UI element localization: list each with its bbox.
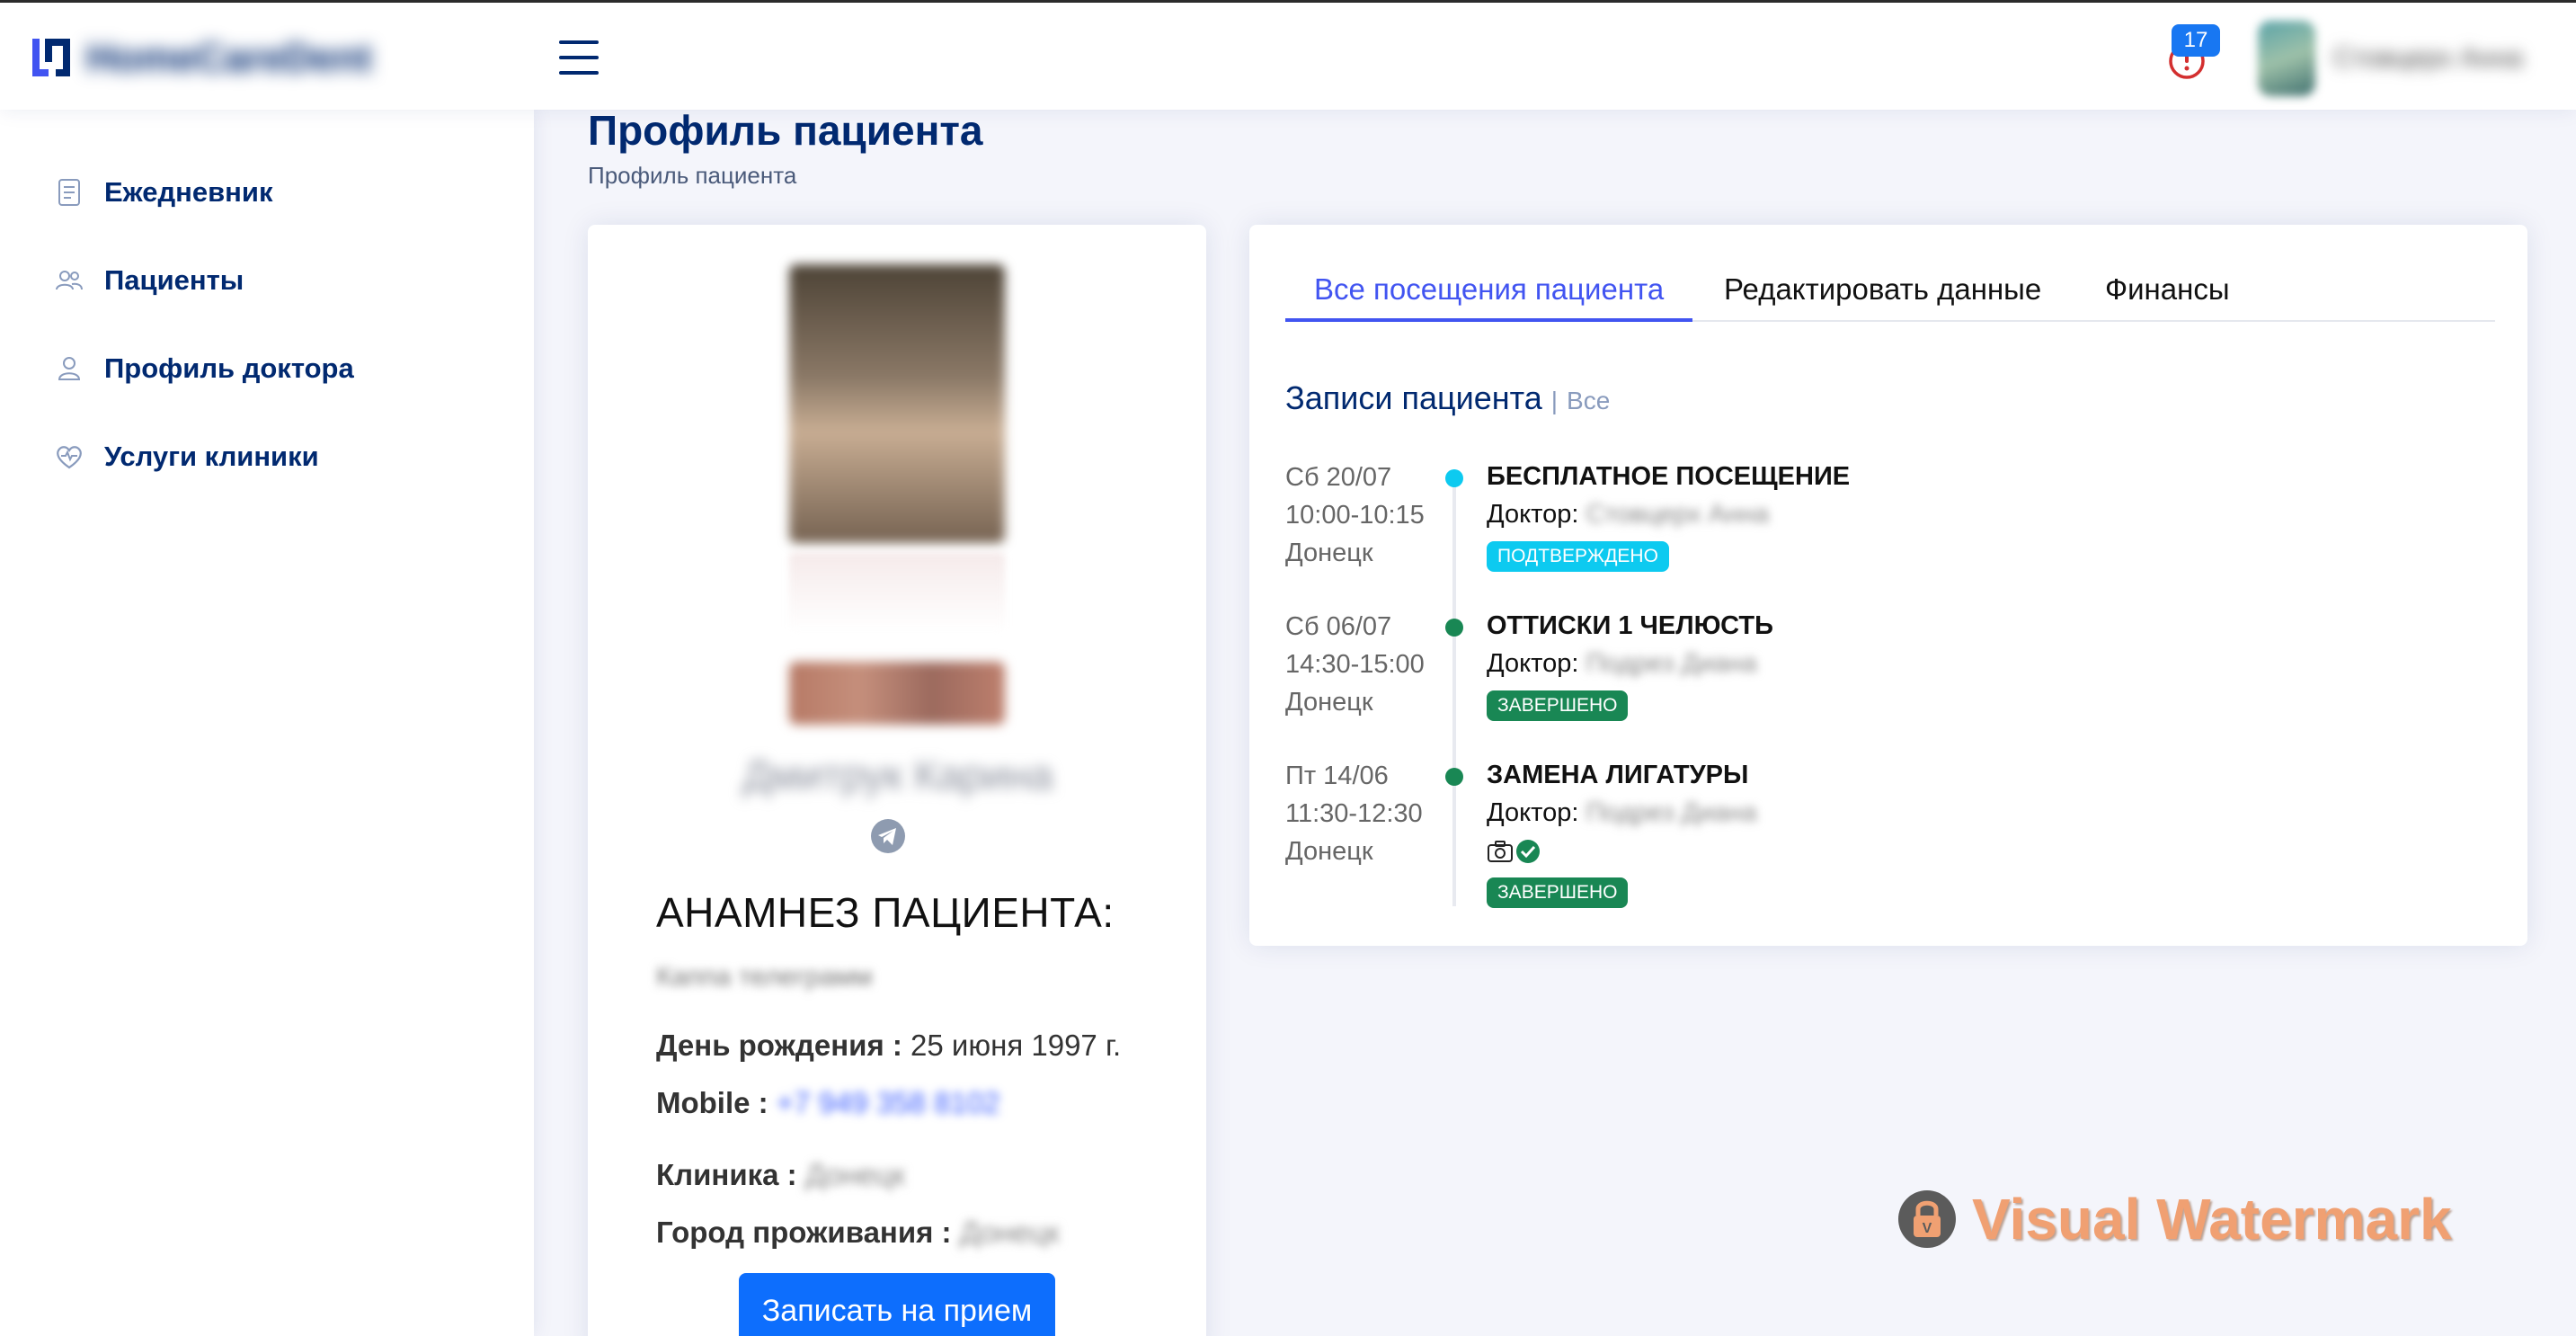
- city-value: Донецк: [959, 1216, 1060, 1249]
- tab-edit-data[interactable]: Редактировать данные: [1695, 261, 2070, 322]
- birthday-row: День рождения : 25 июня 1997 г.: [656, 1029, 1121, 1063]
- visit-time: 11:30-12:30: [1285, 799, 1423, 828]
- timeline-dot: [1445, 469, 1463, 487]
- heart-pulse-icon: [57, 446, 82, 469]
- sidebar: Ежедневник Пациенты Профиль доктора Услу…: [0, 110, 534, 1336]
- patient-visits-card: Все посещения пациента Редактировать дан…: [1249, 225, 2527, 946]
- visit-title[interactable]: ОТТИСКИ 1 ЧЕЛЮСТЬ: [1487, 611, 1773, 641]
- lock-icon: V: [1898, 1190, 1956, 1248]
- status-badge: ЗАВЕРШЕНО: [1487, 690, 1629, 721]
- city-label: Город проживания :: [656, 1216, 952, 1249]
- birthday-value: 25 июня 1997 г.: [910, 1029, 1122, 1062]
- watermark: V Visual Watermark: [1896, 1183, 2452, 1255]
- clinic-label: Клиника :: [656, 1158, 797, 1191]
- status-badge: ЗАВЕРШЕНО: [1487, 877, 1629, 908]
- visit-doctor: Доктор: Стовцерх Анна: [1487, 500, 1769, 530]
- telegram-icon[interactable]: [870, 818, 906, 854]
- check-circle-icon: [1516, 840, 1540, 863]
- clinic-value: Донецк: [804, 1158, 905, 1191]
- sidebar-item-clinic-services[interactable]: Услуги клиники: [54, 430, 485, 484]
- sidebar-item-label: Профиль доктора: [104, 352, 354, 384]
- doctor-name: Подрез Диана: [1586, 798, 1757, 827]
- book-appointment-button[interactable]: Записать на прием: [739, 1273, 1055, 1336]
- city-row: Город проживания : Донецк: [656, 1216, 1060, 1250]
- sidebar-item-label: Ежедневник: [104, 176, 273, 208]
- sidebar-item-patients[interactable]: Пациенты: [54, 254, 485, 307]
- mobile-label: Mobile :: [656, 1086, 768, 1119]
- brand-logo-icon[interactable]: [29, 35, 74, 80]
- people-icon: [56, 271, 83, 290]
- patient-profile-card: Дмитрук Карина АНАМНЕЗ ПАЦИЕНТА: Каппа т…: [588, 225, 1206, 1336]
- sidebar-item-journal[interactable]: Ежедневник: [54, 165, 485, 219]
- brand-name[interactable]: HomeCareDent: [86, 33, 410, 84]
- timeline-line: [1452, 484, 1456, 906]
- journal-icon: [58, 179, 80, 206]
- visit-time: 14:30-15:00: [1285, 650, 1425, 679]
- sidebar-item-doctor-profile[interactable]: Профиль доктора: [54, 342, 485, 396]
- patient-photo-thumbnails[interactable]: [789, 662, 1005, 725]
- mobile-phone-link[interactable]: +7 949 358 8102: [777, 1086, 1000, 1119]
- breadcrumb[interactable]: Профиль пациента: [588, 162, 796, 190]
- hamburger-line: [559, 40, 599, 44]
- sidebar-item-label: Услуги клиники: [104, 441, 319, 472]
- doctor-label: Доктор:: [1487, 798, 1579, 827]
- user-avatar[interactable]: [2258, 21, 2315, 96]
- visit-city: Донецк: [1285, 837, 1373, 866]
- hamburger-line: [559, 56, 599, 59]
- camera-icon[interactable]: [1487, 840, 1514, 863]
- patient-photo[interactable]: [789, 264, 1005, 543]
- page-title: Профиль пациента: [588, 107, 983, 154]
- status-badge: ПОДТВЕРЖДЕНО: [1487, 541, 1669, 572]
- records-title: Записи пациента: [1285, 379, 1542, 416]
- timeline-dot: [1445, 768, 1463, 786]
- visit-doctor: Доктор: Подрез Диана: [1487, 798, 1757, 828]
- doctor-label: Доктор:: [1487, 500, 1579, 529]
- svg-text:V: V: [1923, 1221, 1932, 1236]
- birthday-label: День рождения :: [656, 1029, 902, 1062]
- anamnesis-title: АНАМНЕЗ ПАЦИЕНТА:: [656, 889, 1115, 936]
- records-heading: Записи пациента | Все: [1285, 379, 1610, 417]
- tab-finances[interactable]: Финансы: [2076, 261, 2259, 322]
- doctor-name: Стовцерх Анна: [1586, 500, 1770, 529]
- hamburger-line: [559, 71, 599, 75]
- visit-attachments: [1487, 838, 1541, 865]
- timeline-dot: [1445, 619, 1463, 637]
- sidebar-toggle-button[interactable]: [557, 39, 600, 76]
- visit-title[interactable]: ЗАМЕНА ЛИГАТУРЫ: [1487, 761, 1748, 790]
- tab-all-visits[interactable]: Все посещения пациента: [1285, 261, 1693, 322]
- visit-time: 10:00-10:15: [1285, 501, 1425, 530]
- patient-name: Дмитрук Карина: [742, 752, 1053, 798]
- user-name[interactable]: Стовцерх Анна: [2333, 40, 2549, 76]
- doctor-name: Подрез Диана: [1586, 649, 1757, 678]
- patient-photo-caption: [789, 552, 1005, 633]
- visit-day: Пт 14/06: [1285, 762, 1389, 790]
- notification-count-badge[interactable]: 17: [2172, 24, 2220, 57]
- person-icon: [58, 357, 81, 380]
- mobile-row: Mobile : +7 949 358 8102: [656, 1086, 1000, 1120]
- records-filter-all[interactable]: Все: [1567, 387, 1610, 414]
- visit-doctor: Доктор: Подрез Диана: [1487, 649, 1757, 679]
- sidebar-item-label: Пациенты: [104, 264, 244, 296]
- visit-day: Сб 06/07: [1285, 612, 1392, 641]
- watermark-text: Visual Watermark: [1972, 1187, 2452, 1251]
- visit-city: Донецк: [1285, 539, 1373, 567]
- doctor-label: Доктор:: [1487, 649, 1579, 678]
- records-separator: |: [1550, 387, 1559, 414]
- visit-city: Донецк: [1285, 688, 1373, 717]
- anamnesis-text: Каппа телеграмм: [656, 962, 873, 992]
- visit-title[interactable]: БЕСПЛАТНОЕ ПОСЕЩЕНИЕ: [1487, 462, 1850, 492]
- clinic-row: Клиника : Донецк: [656, 1158, 905, 1192]
- profile-tabs: Все посещения пациента Редактировать дан…: [1285, 261, 2495, 322]
- visit-day: Сб 20/07: [1285, 463, 1392, 492]
- top-header: HomeCareDent 17 Стовцерх Анна: [0, 0, 2576, 110]
